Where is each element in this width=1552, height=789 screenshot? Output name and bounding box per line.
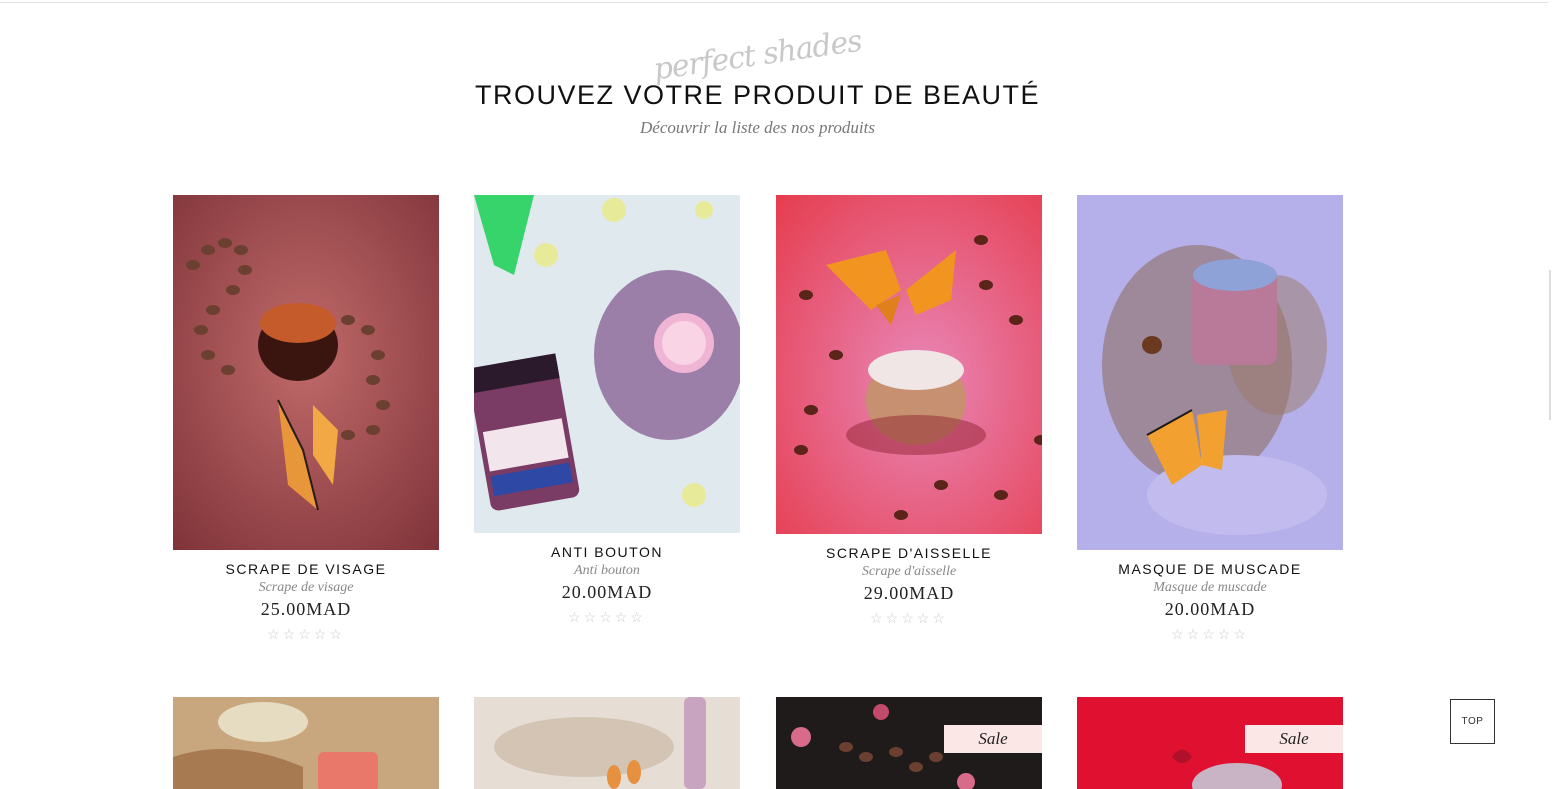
product-image[interactable] <box>474 195 740 533</box>
product-image[interactable] <box>173 195 439 550</box>
product-image[interactable]: Sale <box>1077 697 1343 789</box>
star-rating: ☆☆☆☆☆ <box>1171 626 1249 642</box>
product-card[interactable]: MASQUE DE MUSCADE Masque de muscade 20.0… <box>1077 195 1343 643</box>
product-price: 20.00MAD <box>1164 599 1256 619</box>
product-image[interactable] <box>173 697 439 789</box>
star-rating: ☆☆☆☆☆ <box>267 626 345 642</box>
product-card[interactable]: ANTI BOUTON Anti bouton 20.00MAD ☆☆☆☆☆ <box>474 195 740 626</box>
product-image[interactable] <box>474 697 740 789</box>
product-subtitle: Scrape d'aisselle <box>861 564 957 579</box>
top-divider <box>0 2 1552 3</box>
product-image[interactable]: Sale <box>776 697 1042 789</box>
product-name[interactable]: MASQUE DE MUSCADE <box>1077 561 1343 577</box>
product-name[interactable]: SCRAPE DE VISAGE <box>173 561 439 577</box>
product-card[interactable]: Sale <box>776 697 1042 789</box>
product-card[interactable]: SCRAPE D'AISSELLE Scrape d'aisselle 29.0… <box>776 195 1042 627</box>
scrollbar-thumb[interactable] <box>1549 270 1551 420</box>
product-card[interactable]: SCRAPE DE VISAGE Scrape de visage 25.00M… <box>173 195 439 643</box>
product-subtitle: Scrape de visage <box>258 580 354 595</box>
sale-badge: Sale <box>1245 725 1343 753</box>
product-name[interactable]: SCRAPE D'AISSELLE <box>776 545 1042 561</box>
product-price: 25.00MAD <box>260 599 352 619</box>
product-price: 29.00MAD <box>863 583 955 603</box>
product-card[interactable] <box>474 697 740 789</box>
product-image[interactable] <box>1077 195 1343 550</box>
product-card[interactable] <box>173 697 439 789</box>
product-name[interactable]: ANTI BOUTON <box>474 544 740 560</box>
product-subtitle: Anti bouton <box>574 563 640 578</box>
star-rating: ☆☆☆☆☆ <box>870 610 948 626</box>
product-subtitle: Masque de muscade <box>1153 580 1267 595</box>
star-rating: ☆☆☆☆☆ <box>568 609 646 625</box>
back-to-top-button[interactable]: TOP <box>1450 699 1495 744</box>
scrollbar[interactable] <box>1548 0 1552 789</box>
product-price: 20.00MAD <box>561 582 653 602</box>
product-image[interactable] <box>776 195 1042 534</box>
sale-badge: Sale <box>944 725 1042 753</box>
section-subtitle: Découvrir la liste des nos produits <box>640 118 875 137</box>
section-title: TROUVEZ VOTRE PRODUIT DE BEAUTÉ <box>474 80 1041 110</box>
product-card[interactable]: Sale <box>1077 697 1343 789</box>
